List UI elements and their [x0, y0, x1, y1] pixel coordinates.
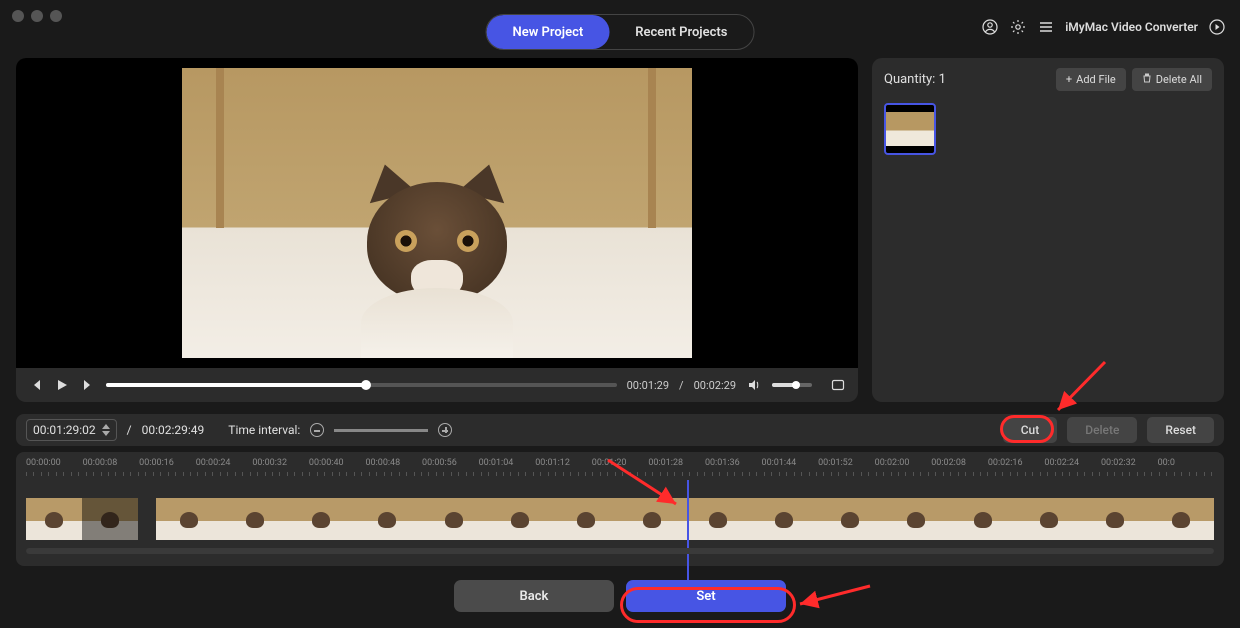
- current-time: 00:01:29: [627, 379, 669, 392]
- gear-icon[interactable]: [1009, 18, 1027, 36]
- traffic-light-minimize[interactable]: [31, 10, 43, 22]
- zoom-in-icon[interactable]: [438, 423, 452, 437]
- ruler-label: 00:00:48: [365, 458, 422, 472]
- plus-icon: +: [1066, 73, 1072, 86]
- ruler-label: 00:00:24: [196, 458, 253, 472]
- trim-controls: 00:01:29:02 / 00:02:29:49 Time interval:…: [16, 414, 1224, 446]
- ruler-label: 00:02:16: [988, 458, 1045, 472]
- ruler-label: 00:01:04: [479, 458, 536, 472]
- volume-icon[interactable]: [746, 377, 762, 393]
- fullscreen-icon[interactable]: [830, 377, 846, 393]
- zoom-out-icon[interactable]: [310, 423, 324, 437]
- ruler-label: 00:00:08: [83, 458, 140, 472]
- ruler-label: 00:01:44: [762, 458, 819, 472]
- video-player-panel: 00:01:29 / 00:02:29: [16, 58, 858, 402]
- ruler-label: 00:0: [1158, 458, 1215, 472]
- ruler-label: 00:00:40: [309, 458, 366, 472]
- back-button[interactable]: Back: [454, 580, 614, 612]
- interval-slider[interactable]: [334, 429, 428, 432]
- annotation-arrow-cut: [1050, 360, 1120, 420]
- annotation-arrow-playhead: [600, 456, 700, 516]
- time-input-value: 00:01:29:02: [33, 423, 96, 437]
- menu-icon[interactable]: [1037, 18, 1055, 36]
- next-frame-icon[interactable]: [80, 377, 96, 393]
- ruler-label: 00:00:32: [252, 458, 309, 472]
- footer-buttons: Back Set: [454, 580, 786, 612]
- ruler-label: 00:01:52: [818, 458, 875, 472]
- seek-bar[interactable]: [106, 383, 617, 387]
- play-icon[interactable]: [54, 377, 70, 393]
- ruler-label: 00:01:12: [535, 458, 592, 472]
- annotation-arrow-set: [790, 580, 880, 620]
- top-nav-tabs: New Project Recent Projects: [486, 14, 755, 50]
- quantity-label: Quantity: 1: [884, 72, 1050, 87]
- add-file-button[interactable]: +Add File: [1056, 68, 1126, 91]
- trash-icon: [1142, 73, 1152, 86]
- reset-button[interactable]: Reset: [1147, 417, 1214, 443]
- ruler-label: 00:02:32: [1101, 458, 1158, 472]
- delete-button[interactable]: Delete: [1067, 417, 1137, 443]
- set-button[interactable]: Set: [626, 580, 786, 612]
- traffic-light-close[interactable]: [12, 10, 24, 22]
- clip-thumbnail-1[interactable]: [884, 103, 936, 155]
- duration: 00:02:29: [694, 379, 736, 392]
- traffic-light-zoom[interactable]: [50, 10, 62, 22]
- time-sep: /: [679, 379, 684, 392]
- ruler-label: 00:00:16: [139, 458, 196, 472]
- ruler-label: 00:02:00: [875, 458, 932, 472]
- player-controls: 00:01:29 / 00:02:29: [16, 368, 858, 402]
- window-traffic-lights: [12, 10, 62, 22]
- clips-side-panel: Quantity: 1 +Add File Delete All: [872, 58, 1224, 402]
- ruler-label: 00:02:08: [931, 458, 988, 472]
- tab-recent-projects[interactable]: Recent Projects: [609, 15, 753, 49]
- ruler-label: 00:00:00: [26, 458, 83, 472]
- account-icon[interactable]: [981, 18, 999, 36]
- time-input[interactable]: 00:01:29:02: [26, 419, 117, 441]
- ruler-label: 00:00:56: [422, 458, 479, 472]
- stepper-down-icon[interactable]: [102, 431, 110, 436]
- timeline-scrollbar[interactable]: [26, 548, 1214, 554]
- play-circle-icon[interactable]: [1208, 18, 1226, 36]
- cut-button[interactable]: Cut: [1003, 417, 1058, 443]
- volume-slider[interactable]: [772, 383, 812, 387]
- stepper-up-icon[interactable]: [102, 424, 110, 429]
- delete-all-button[interactable]: Delete All: [1132, 68, 1212, 91]
- ruler-label: 00:01:36: [705, 458, 762, 472]
- ruler-label: 00:02:24: [1044, 458, 1101, 472]
- prev-frame-icon[interactable]: [28, 377, 44, 393]
- top-right-group: iMyMac Video Converter: [981, 18, 1226, 36]
- video-preview[interactable]: [16, 58, 858, 368]
- time-stepper[interactable]: [102, 424, 110, 436]
- tab-new-project[interactable]: New Project: [487, 15, 610, 49]
- trim-time-sep: /: [127, 423, 132, 437]
- trim-duration: 00:02:29:49: [142, 423, 205, 437]
- app-title: iMyMac Video Converter: [1065, 20, 1198, 34]
- interval-label: Time interval:: [228, 423, 300, 437]
